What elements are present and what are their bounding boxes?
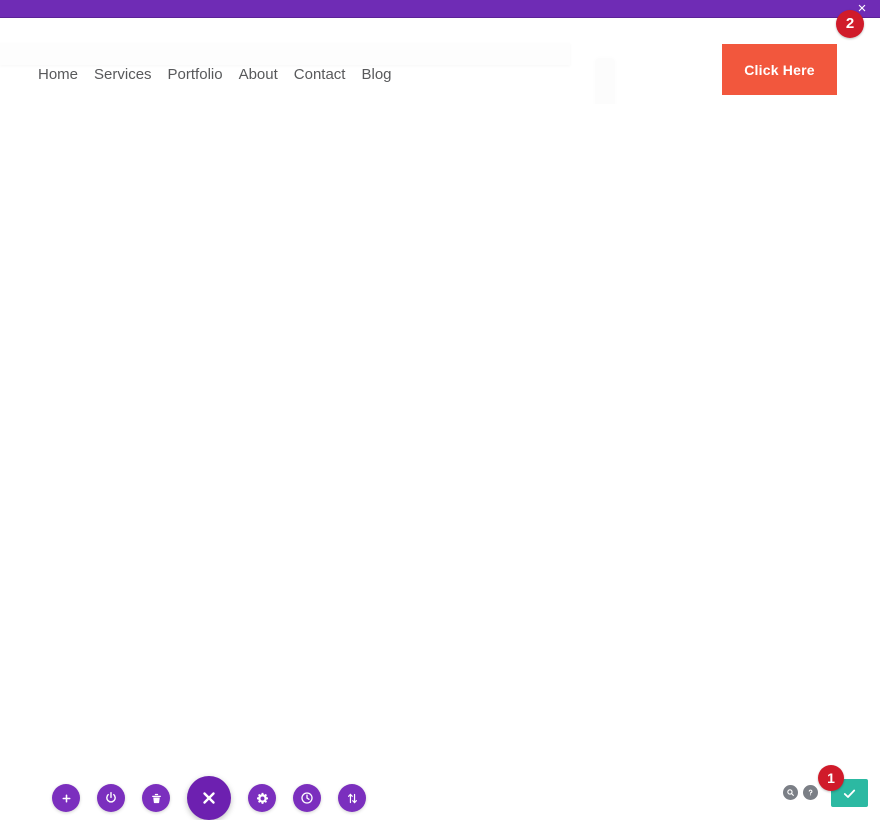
sort-button[interactable] [338,784,366,812]
nav-item-portfolio[interactable]: Portfolio [168,65,223,85]
nav-item-home[interactable]: Home [38,65,78,85]
header-notification-badge[interactable]: 2 [836,10,864,38]
gear-icon [256,792,269,805]
clock-icon [300,791,314,805]
footer-helper-icons [783,785,818,800]
power-button[interactable] [97,784,125,812]
nav-item-blog[interactable]: Blog [361,65,391,85]
add-icon [61,793,72,804]
header-panel [0,43,570,65]
header-divider [596,59,614,107]
search-icon [786,788,795,797]
close-toolbar-button[interactable] [187,776,231,820]
click-here-button[interactable]: Click Here [722,44,837,95]
delete-button[interactable] [142,784,170,812]
footer-notification-badge[interactable]: 1 [818,765,844,791]
main-navigation: Home Services Portfolio About Contact Bl… [38,65,392,85]
trash-icon [150,792,163,805]
question-mark-icon [806,788,815,797]
power-icon [104,791,118,805]
nav-item-about[interactable]: About [239,65,278,85]
help-button[interactable] [803,785,818,800]
nav-item-services[interactable]: Services [94,65,152,85]
close-x-icon [200,789,218,807]
main-content-area [0,104,880,754]
sort-arrows-icon [346,792,359,805]
bottom-toolbar [52,776,366,820]
history-button[interactable] [293,784,321,812]
settings-button[interactable] [248,784,276,812]
search-button[interactable] [783,785,798,800]
window-title-bar [0,0,880,18]
checkmark-icon [842,786,857,801]
add-button[interactable] [52,784,80,812]
nav-item-contact[interactable]: Contact [294,65,346,85]
